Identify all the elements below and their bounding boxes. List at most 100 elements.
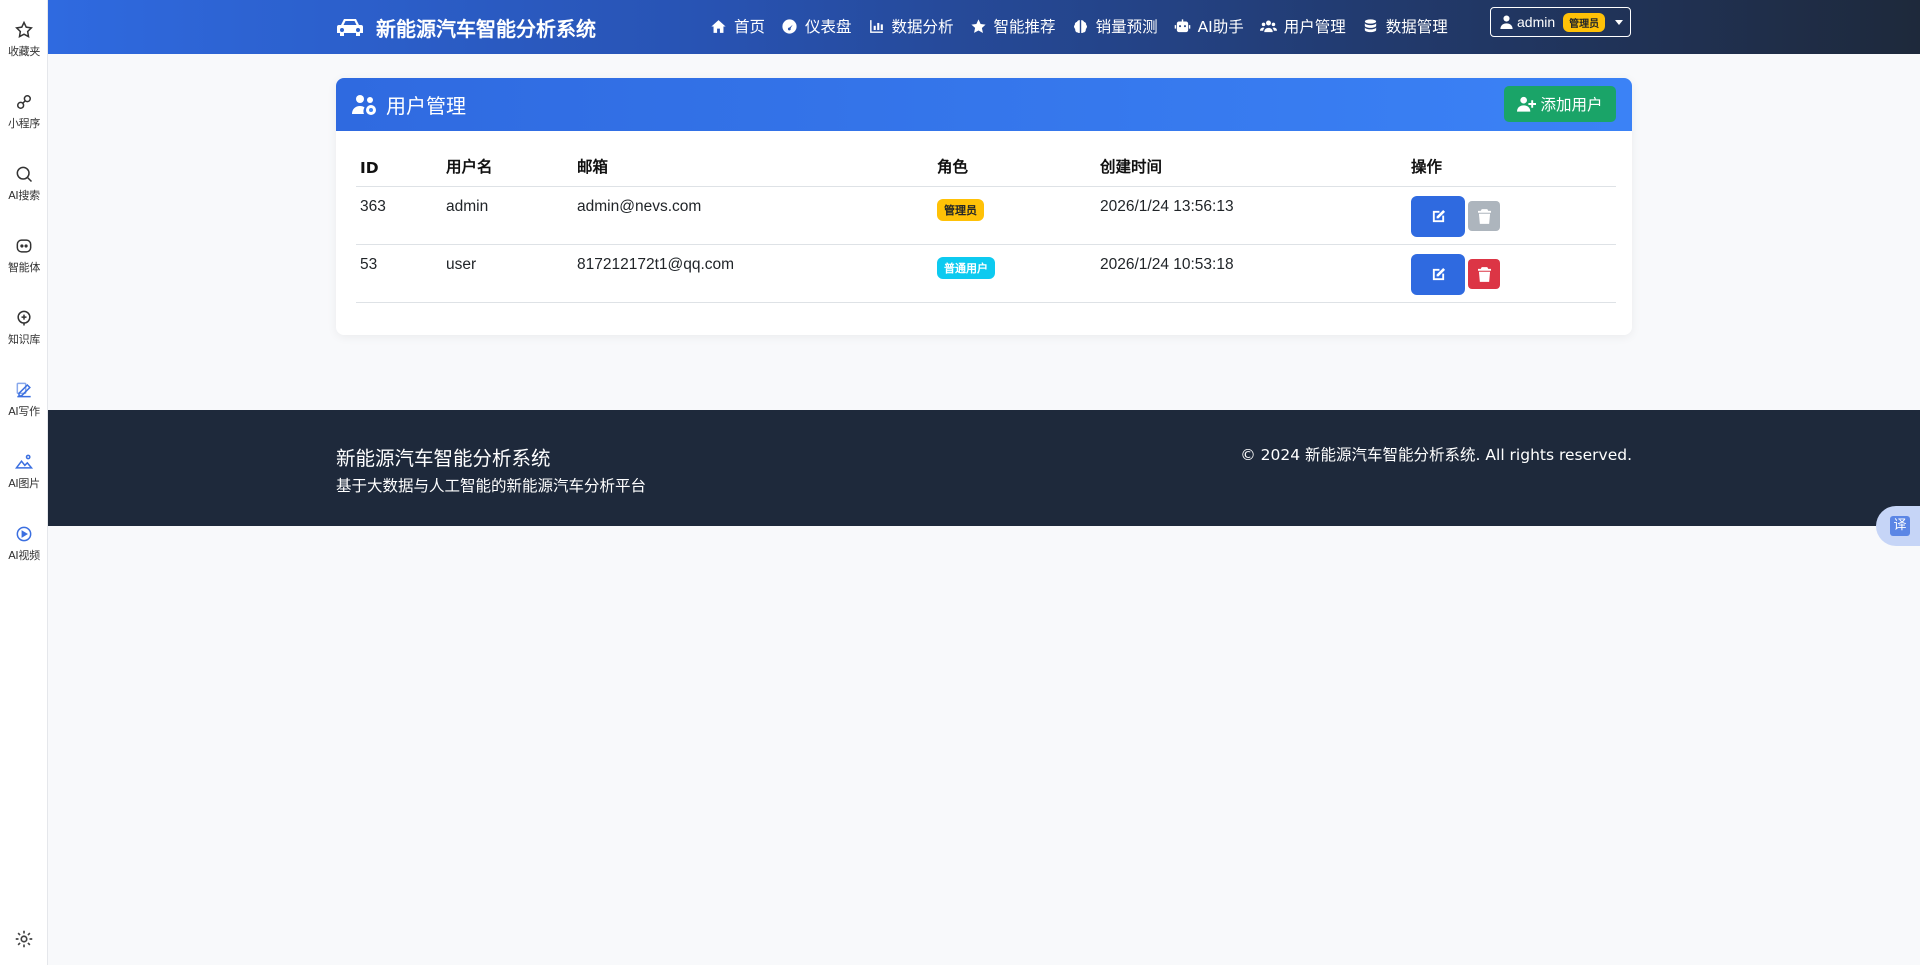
sidebar-item-label: AI写作 [8,405,40,418]
home-icon [711,19,726,33]
nav-label: 仪表盘 [805,18,852,36]
cell-email: admin@nevs.com [573,186,933,245]
column-header: 角色 [933,144,1096,187]
link-icon [17,95,32,109]
sidebar-item-agent[interactable]: 智能体 [0,228,48,284]
cell-role: 普通用户 [933,244,1096,303]
user-name: admin [1517,14,1556,30]
site-footer: 新能源汽车智能分析系统 基于大数据与人工智能的新能源汽车分析平台 © 2024 … [48,410,1920,526]
sidebar-item-label: 知识库 [7,333,41,346]
main-nav: 首页 仪表盘 数据分析 智能推荐 销量预测 AI助手 用户管理 数据管理 [710,13,1464,39]
nav-label: 首页 [734,18,766,36]
write-icon [16,382,31,398]
top-navbar: 新能源汽车智能分析系统 首页 仪表盘 数据分析 智能推荐 销量预测 AI助手 用… [48,0,1920,54]
gauge-icon [782,18,797,34]
nav-data-analysis[interactable]: 数据分析 [868,15,954,37]
translate-icon: 译 [1890,516,1910,536]
sidebar-item-label: 收藏夹 [7,45,41,58]
column-header: ID [356,144,442,187]
brain-icon [1073,19,1087,33]
card-header: 用户管理 添加用户 [336,78,1632,131]
agent-icon [16,239,32,253]
nav-ai-assistant[interactable]: AI助手 [1174,15,1244,37]
add-user-label: 添加用户 [1540,96,1603,114]
nav-user-management[interactable]: 用户管理 [1259,15,1346,37]
cell-id: 363 [356,186,442,245]
edit-icon [1432,267,1445,280]
search-icon [16,166,33,183]
sidebar-item-ai-image[interactable]: AI图片 [0,444,48,500]
column-header: 用户名 [442,144,573,187]
image-icon [15,454,34,469]
footer-subtitle: 基于大数据与人工智能的新能源汽车分析平台 [336,477,647,495]
nav-home[interactable]: 首页 [710,15,765,37]
trash-icon [1477,208,1491,224]
cell-email: 817212172t1@qq.com [573,244,933,303]
add-user-button[interactable]: 添加用户 [1504,86,1616,122]
cell-actions [1407,244,1616,303]
user-management-card: 用户管理 添加用户 ID 用户名 邮箱 角色 创建时间 操作 363 admin… [336,78,1632,335]
column-header: 创建时间 [1096,144,1407,187]
delete-button[interactable] [1468,259,1500,289]
sidebar-item-label: AI搜索 [8,189,40,202]
cell-username: admin [442,186,573,245]
nav-data-management[interactable]: 数据管理 [1362,15,1448,37]
translate-button[interactable]: 译 [1876,506,1920,546]
nav-forecast[interactable]: 销量预测 [1072,15,1158,37]
video-icon [16,526,32,542]
sidebar-item-label: 小程序 [7,117,41,130]
nav-label: 用户管理 [1283,18,1346,36]
cell-id: 53 [356,244,442,303]
cell-username: user [442,244,573,303]
table-row: 363 admin admin@nevs.com 管理员 2026/1/24 1… [356,186,1616,245]
edit-icon [1432,209,1445,222]
sidebar-item-favorites[interactable]: 收藏夹 [0,12,48,68]
sidebar-item-label: AI视频 [8,549,40,562]
column-header: 操作 [1407,144,1616,187]
nav-label: 数据管理 [1385,18,1448,36]
cell-created: 2026/1/24 10:53:18 [1096,244,1407,303]
user-dropdown-button[interactable]: admin 管理员 [1490,7,1631,37]
sidebar-item-label: 智能体 [7,261,41,274]
user-icon [1500,15,1513,29]
star-icon [970,18,986,33]
brand-title: 新能源汽车智能分析系统 [376,16,596,41]
trash-icon [1477,266,1491,282]
table-row: 53 user 817212172t1@qq.com 普通用户 2026/1/2… [356,244,1616,303]
nav-dashboard[interactable]: 仪表盘 [781,15,852,37]
footer-title: 新能源汽车智能分析系统 [336,447,551,470]
robot-icon [1174,18,1190,32]
card-title: 用户管理 [386,94,466,118]
sidebar-item-miniapp[interactable]: 小程序 [0,84,48,140]
sidebar-item-knowledge[interactable]: 知识库 [0,300,48,356]
chart-icon [869,19,883,33]
users-cog-icon [352,94,376,115]
cell-actions [1407,186,1616,245]
role-badge: 普通用户 [937,256,995,279]
sidebar-item-ai-search[interactable]: AI搜索 [0,156,48,212]
knowledge-icon [17,310,31,326]
user-plus-icon [1517,96,1537,112]
nav-label: 智能推荐 [993,18,1056,36]
column-header: 邮箱 [573,144,933,187]
sidebar-item-ai-video[interactable]: AI视频 [0,516,48,572]
sidebar-item-label: AI图片 [8,477,40,490]
gear-icon[interactable] [13,928,35,950]
brand-link[interactable]: 新能源汽车智能分析系统 [336,12,596,42]
users-icon [1259,19,1277,32]
nav-label: 销量预测 [1095,18,1158,36]
delete-button-disabled[interactable] [1468,201,1500,231]
table-header-row: ID 用户名 邮箱 角色 创建时间 操作 [356,144,1616,187]
footer-copyright: © 2024 新能源汽车智能分析系统. All rights reserved. [1240,446,1632,464]
edit-button[interactable] [1411,253,1465,295]
nav-label: 数据分析 [891,18,954,36]
cell-created: 2026/1/24 13:56:13 [1096,186,1407,245]
users-table: ID 用户名 邮箱 角色 创建时间 操作 363 admin admin@nev… [356,144,1616,303]
car-icon [337,19,363,36]
sidebar-item-ai-write[interactable]: AI写作 [0,372,48,428]
nav-recommend[interactable]: 智能推荐 [970,15,1056,37]
edit-button[interactable] [1411,195,1465,237]
user-role-badge: 管理员 [1563,12,1606,32]
database-icon [1364,18,1376,32]
chevron-down-icon [1615,19,1624,25]
